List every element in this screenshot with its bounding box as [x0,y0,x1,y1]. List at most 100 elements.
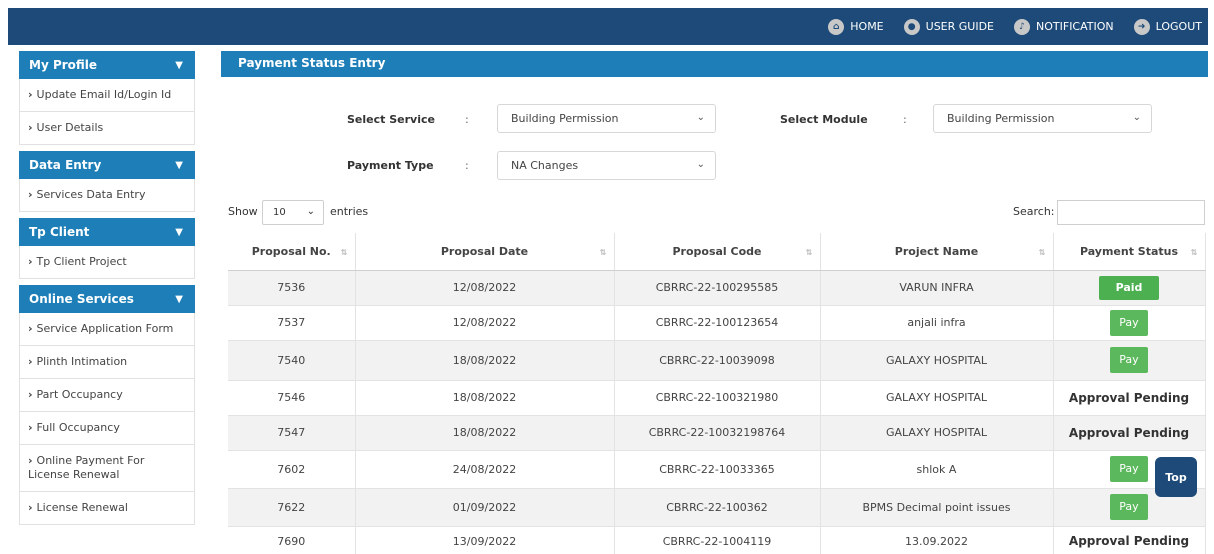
cell-date: 01/09/2022 [355,488,615,527]
table-row: 7690 13/09/2022 CBRRC-22-1004119 13.09.2022… [228,526,1206,554]
select-module-label: Select Module [780,113,868,126]
select-service-dropdown[interactable]: Building Permission ⌄ [497,104,716,133]
cell-code: CBRRC-22-100123654 [614,305,821,341]
payment-type-dropdown[interactable]: NA Changes ⌄ [497,151,716,180]
nav-link-label: USER GUIDE [925,20,995,33]
sidebar-item[interactable]: › License Renewal [19,492,195,525]
sidebar-item[interactable]: › Plinth Intimation [19,346,195,379]
page-length-select[interactable]: 10 ⌄ [262,200,324,225]
cell-date: 24/08/2022 [355,450,615,489]
cell-status: Pay [1053,340,1206,381]
chevron-right-icon: › [28,355,33,368]
sidebar-item[interactable]: › Update Email Id/Login Id [19,79,195,112]
nav-link-notification[interactable]: ♪ NOTIFICATION [1014,18,1114,35]
sidebar-item[interactable]: › Service Application Form [19,313,195,346]
sidebar-section-title: Online Services [29,292,134,306]
sidebar-section-header[interactable]: My Profile ▼ [19,51,195,79]
chevron-down-icon: ⌄ [306,206,315,217]
column-header-label: Proposal No. [251,244,331,258]
cell-status: Pay [1053,305,1206,341]
cell-status: Approval Pending [1053,526,1206,554]
sidebar-item[interactable]: › User Details [19,112,195,145]
sidebar-item-label: Online Payment For License Renewal [28,454,145,481]
sidebar-item[interactable]: › Part Occupancy [19,379,195,412]
sort-icon: ⇅ [599,248,607,257]
column-header[interactable]: Payment Status ⇅ [1053,233,1206,271]
column-header[interactable]: Proposal Code ⇅ [614,233,821,271]
nav-link-label: NOTIFICATION [1036,20,1114,33]
sidebar-item[interactable]: › Tp Client Project [19,246,195,279]
nav-link-home[interactable]: ⌂ HOME [828,18,884,35]
sidebar-item[interactable]: › Full Occupancy [19,412,195,445]
nav-link-user-guide[interactable]: ● USER GUIDE [903,18,995,35]
column-header[interactable]: Proposal No. ⇅ [228,233,356,271]
cell-no: 7547 [228,415,356,451]
column-header-label: Proposal Date [440,244,529,258]
sidebar-section-title: My Profile [29,58,98,72]
sidebar-item[interactable]: › Services Data Entry [19,179,195,212]
bell-icon: ♪ [1014,18,1031,35]
sidebar-item-label: Update Email Id/Login Id [36,88,172,101]
top-navbar: ⌂ HOME ● USER GUIDE ♪ NOTIFICATION ➜ LOGOUT [8,8,1208,45]
table-row: 7540 18/08/2022 CBRRC-22-10039098 GALAXY HO… [228,340,1206,381]
sidebar-item-label: Part Occupancy [36,388,123,401]
nav-link-label: LOGOUT [1155,20,1202,33]
table-row: 7602 24/08/2022 CBRRC-22-10033365 shlok A Pa… [228,450,1206,489]
chevron-right-icon: › [28,188,33,201]
colon: : [465,159,469,172]
sidebar-item[interactable]: › Online Payment For License Renewal [19,445,195,492]
payment-type-value: NA Changes [511,159,579,172]
pay-button[interactable]: Pay [1110,456,1148,482]
chevron-down-icon: ▼ [175,159,183,171]
payment-status-table: Proposal No. ⇅ Proposal Date ⇅ Proposal Code… [228,233,1206,554]
column-header-label: Proposal Code [672,244,762,258]
status-text: Approval Pending [1068,534,1190,548]
sidebar-item-label: Tp Client Project [36,255,127,268]
cell-date: 13/09/2022 [355,526,615,554]
cell-code: CBRRC-22-100321980 [614,380,821,416]
sidebar-section-header[interactable]: Tp Client ▼ [19,218,195,246]
pay-button[interactable]: Pay [1110,347,1148,373]
sidebar-item-label: Service Application Form [36,322,174,335]
select-module-dropdown[interactable]: Building Permission ⌄ [933,104,1152,133]
panel-title: Payment Status Entry [221,51,1208,77]
cell-date: 12/08/2022 [355,270,615,306]
sidebar-item-label: Services Data Entry [36,188,146,201]
sidebar: My Profile ▼ › Update Email Id/Login Id › Use… [19,51,195,525]
pay-button[interactable]: Pay [1110,494,1148,520]
table-row: 7546 18/08/2022 CBRRC-22-100321980 GALAXY H… [228,380,1206,416]
search-input[interactable] [1057,200,1205,225]
cell-code: CBRRC-22-10032198764 [614,415,821,451]
top-nav-links: ⌂ HOME ● USER GUIDE ♪ NOTIFICATION ➜ LOGOUT [808,8,1202,45]
cell-project: GALAXY HOSPITAL [820,340,1054,381]
nav-link-label: HOME [850,20,884,33]
cell-no: 7602 [228,450,356,489]
colon: : [465,113,469,126]
pay-button[interactable]: Pay [1110,309,1148,336]
cell-date: 18/08/2022 [355,340,615,381]
cell-date: 18/08/2022 [355,380,615,416]
cell-status: Approval Pending [1053,415,1206,451]
table-row: 7547 18/08/2022 CBRRC-22-10032198764 GALAXY… [228,415,1206,451]
paid-button[interactable]: Paid [1099,275,1159,300]
sidebar-section-header[interactable]: Data Entry ▼ [19,151,195,179]
cell-project: GALAXY HOSPITAL [820,415,1054,451]
table-header-row: Proposal No. ⇅ Proposal Date ⇅ Proposal Code… [228,233,1206,271]
sidebar-section-header[interactable]: Online Services ▼ [19,285,195,313]
select-service-value: Building Permission [511,112,619,125]
chevron-down-icon: ⌄ [696,112,705,123]
nav-link-logout[interactable]: ➜ LOGOUT [1133,18,1202,35]
column-header[interactable]: Proposal Date ⇅ [355,233,615,271]
sort-icon: ⇅ [1038,248,1046,257]
chevron-right-icon: › [28,88,33,101]
column-header[interactable]: Project Name ⇅ [820,233,1054,271]
scroll-top-button[interactable]: Top [1155,457,1197,497]
home-icon: ⌂ [828,18,845,35]
cell-no: 7546 [228,380,356,416]
cell-project: 13.09.2022 [820,526,1054,554]
sidebar-item-label: User Details [36,121,104,134]
sidebar-item-label: Plinth Intimation [36,355,128,368]
search-label: Search: [1013,205,1055,218]
cell-no: 7536 [228,270,356,306]
chevron-right-icon: › [28,501,33,514]
